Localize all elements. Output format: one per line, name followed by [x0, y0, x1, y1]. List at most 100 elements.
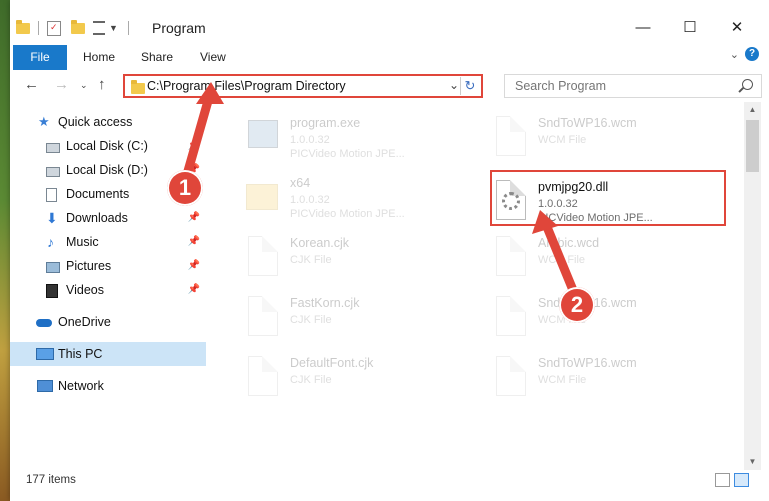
file-type: WCD File [538, 254, 586, 266]
nav-item-downloads[interactable]: ⬇ Downloads 📌 [10, 206, 206, 230]
maximize-button[interactable]: ☐ [667, 14, 713, 42]
pin-icon[interactable]: 📌 [188, 278, 200, 302]
nav-item-label: Videos [66, 283, 104, 297]
file-type: CJK File [290, 254, 332, 266]
vertical-scrollbar[interactable]: ▲ ▼ [744, 102, 761, 470]
chevron-down-icon[interactable]: ⌄ [449, 78, 459, 92]
tab-share[interactable]: Share [141, 45, 173, 70]
star-icon: ★ [38, 114, 50, 129]
file-name: DefaultFont.cjk [290, 356, 374, 370]
tab-home[interactable]: Home [83, 45, 115, 70]
address-bar[interactable]: C:\Program Files\Program Directory ⌄ ↻ [123, 74, 483, 98]
nav-item-quick-access[interactable]: ★ Quick access [10, 110, 206, 134]
nav-item-label: Network [58, 379, 104, 393]
tab-file[interactable]: File [13, 45, 67, 70]
search-box[interactable] [504, 74, 762, 98]
folder-icon [16, 19, 30, 34]
pin-icon[interactable]: 📌 [188, 230, 200, 254]
details-view-icon[interactable] [715, 473, 730, 487]
address-path[interactable]: C:\Program Files\Program Directory [147, 79, 346, 93]
nav-item-this-pc[interactable]: This PC [10, 342, 206, 366]
file-name: x64 [290, 176, 311, 190]
file-item[interactable]: Korean.cjk CJK File [234, 226, 474, 282]
explorer-window: ✓ ▼ Program — ☐ ✕ File Home Share View ⌄… [10, 0, 769, 501]
item-count: 177 items [26, 474, 76, 486]
tiles-view-icon[interactable] [734, 473, 749, 487]
nav-item-label: Pictures [66, 259, 112, 273]
exe-icon [244, 114, 278, 158]
file-item[interactable]: SndToWP16.wcm WCM File [482, 286, 722, 342]
file-name: SndToWP16.wcm [538, 356, 637, 370]
file-version: 1.0.0.32 [290, 134, 330, 146]
nav-item-label: Documents [66, 187, 130, 201]
nav-item-label: OneDrive [58, 315, 111, 329]
nav-item-videos[interactable]: Videos 📌 [10, 278, 206, 302]
nav-item-pictures[interactable]: Pictures 📌 [10, 254, 206, 278]
chevron-down-icon[interactable]: ▼ [109, 23, 118, 33]
file-type: WCM File [538, 374, 587, 386]
pin-icon[interactable]: 📌 [188, 254, 200, 278]
file-description: PICVideo Motion JPE... [290, 148, 405, 160]
status-bar: 177 items [10, 470, 769, 501]
search-input[interactable] [513, 78, 737, 94]
nav-item-music[interactable]: ♪ Music 📌 [10, 230, 206, 254]
pictures-icon [46, 262, 60, 273]
drive-icon [46, 143, 60, 153]
videos-icon [46, 284, 58, 298]
nav-item-network[interactable]: Network [10, 374, 206, 398]
downloads-icon: ⬇ [46, 210, 58, 226]
documents-icon [46, 188, 57, 202]
nav-item-label: Local Disk (C:) [66, 139, 148, 153]
file-item[interactable]: DefaultFont.cjk CJK File [234, 346, 474, 402]
file-item[interactable]: x64 1.0.0.32 PICVideo Motion JPE... [234, 166, 474, 222]
scroll-down-icon[interactable]: ▼ [744, 454, 761, 470]
callout-badge-2: 2 [559, 287, 595, 323]
file-item[interactable]: FastKorn.cjk CJK File [234, 286, 474, 342]
nav-item-local-disk-c[interactable]: Local Disk (C:) 📌 [10, 134, 206, 158]
file-name: FastKorn.cjk [290, 296, 360, 310]
expand-ribbon-icon[interactable]: ⌄ [730, 48, 739, 61]
tab-view[interactable]: View [200, 45, 226, 70]
file-item[interactable]: program.exe 1.0.0.32 PICVideo Motion JPE… [234, 106, 474, 162]
search-icon[interactable] [742, 79, 753, 90]
nav-item-label: Local Disk (D:) [66, 163, 148, 177]
scroll-up-icon[interactable]: ▲ [744, 102, 761, 118]
file-icon [492, 234, 526, 278]
help-icon[interactable]: ? [745, 47, 759, 61]
nav-item-label: Music [66, 235, 99, 249]
new-folder-icon[interactable] [71, 19, 85, 34]
network-icon [37, 380, 53, 392]
navigation-pane: ★ Quick access Local Disk (C:) 📌 Local D… [10, 102, 210, 470]
file-version: 1.0.0.32 [290, 194, 330, 206]
customize-icon[interactable] [93, 21, 105, 35]
file-type: WCM File [538, 134, 587, 146]
file-icon [244, 294, 278, 338]
pin-icon[interactable]: 📌 [188, 206, 200, 230]
back-arrow-icon[interactable]: ← [24, 76, 39, 93]
file-icon [244, 234, 278, 278]
file-name: SndToWP16.wcm [538, 116, 637, 130]
nav-item-label: Quick access [58, 115, 133, 129]
file-item[interactable]: Arabic.wcd WCD File [482, 226, 722, 282]
file-name: Korean.cjk [290, 236, 350, 250]
forward-arrow-icon[interactable]: → [54, 76, 69, 93]
file-item[interactable]: SndToWP16.wcm WCM File [482, 106, 722, 162]
file-name: program.exe [290, 116, 361, 130]
recent-locations-icon[interactable]: ⌄ [80, 80, 88, 91]
scroll-thumb[interactable] [746, 120, 759, 172]
file-icon [492, 114, 526, 158]
properties-icon[interactable]: ✓ [47, 20, 61, 36]
highlight-box [490, 170, 726, 226]
window-title: Program [152, 20, 206, 36]
up-arrow-icon[interactable]: ↑ [98, 76, 106, 93]
file-name: Arabic.wcd [538, 236, 600, 250]
pin-icon[interactable]: 📌 [188, 134, 200, 158]
nav-item-onedrive[interactable]: OneDrive [10, 310, 206, 334]
file-item[interactable]: SndToWP16.wcm WCM File [482, 346, 722, 402]
refresh-icon[interactable]: ↻ [460, 77, 479, 95]
close-button[interactable]: ✕ [714, 14, 760, 42]
quick-access-toolbar: ✓ ▼ [16, 18, 129, 38]
file-icon [244, 354, 278, 398]
title-bar: ✓ ▼ Program — ☐ ✕ [10, 0, 769, 42]
minimize-button[interactable]: — [620, 14, 666, 42]
